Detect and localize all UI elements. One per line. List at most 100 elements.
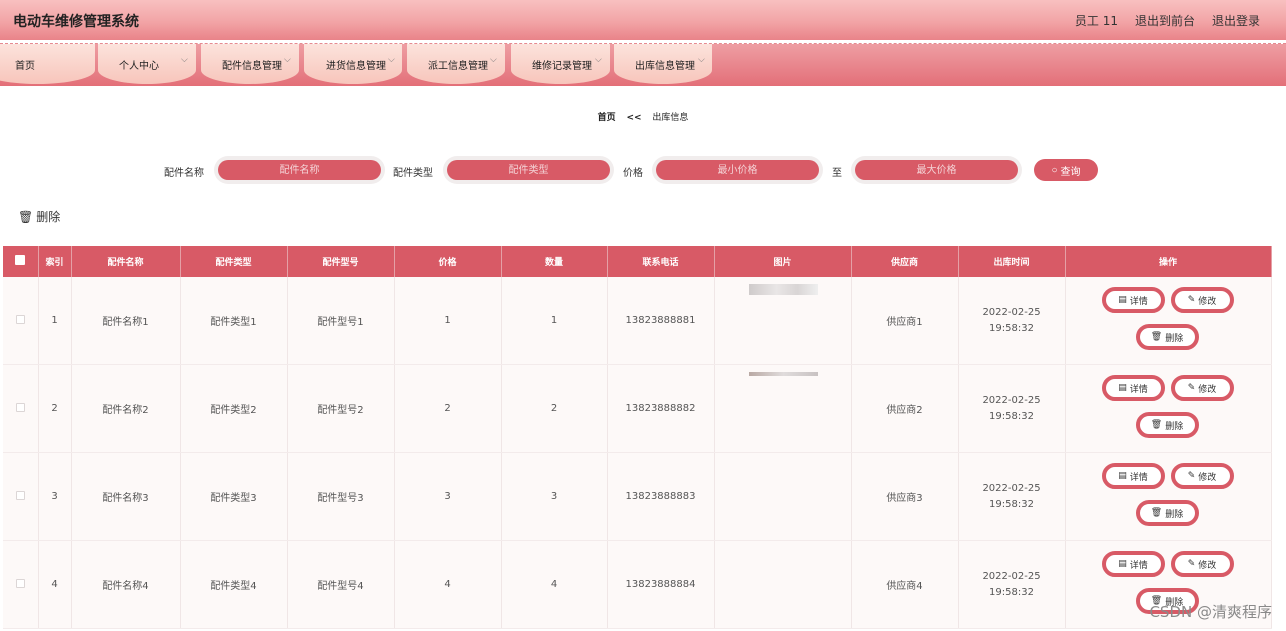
part-type-input[interactable] (447, 160, 610, 180)
front-link[interactable]: 退出到前台 (1135, 12, 1195, 29)
row-checkbox[interactable] (15, 402, 25, 412)
batch-delete-label: 删除 (36, 210, 61, 224)
delete-button[interactable]: 🗑 删除 (1135, 324, 1199, 350)
delete-button[interactable]: 🗑 删除 (1135, 500, 1199, 526)
price-label: 价格 (623, 168, 643, 179)
header-links: 员工 11 退出到前台 退出登录 (1075, 12, 1260, 29)
part-name-input[interactable] (218, 160, 381, 180)
nav-item-home[interactable]: 首页 (0, 44, 95, 84)
document-icon: ▤ (1118, 471, 1127, 481)
trash-icon: 🗑 (18, 209, 34, 224)
cell-part-type: 配件类型1 (180, 277, 288, 365)
nav-item-profile[interactable]: 个人中心 ⌵ (98, 44, 196, 84)
cell-supplier: 供应商2 (851, 364, 959, 453)
cell-actions: ▤ 详情 ✎ 修改 🗑 删除 (1065, 452, 1272, 541)
nav-item-parts[interactable]: 配件信息管理 ⌵ (201, 44, 299, 84)
nav-item-outbound[interactable]: 出库信息管理 ⌵ (614, 44, 712, 84)
detail-label: 详情 (1129, 560, 1148, 571)
row-select-cell (3, 364, 39, 453)
cell-index: 2 (38, 364, 72, 453)
main-nav: 首页 个人中心 ⌵ 配件信息管理 ⌵ 进货信息管理 ⌵ 派工信息管理 ⌵ 维修记… (0, 44, 1286, 86)
delete-label: 删除 (1165, 333, 1184, 344)
edit-button[interactable]: ✎ 修改 (1170, 551, 1234, 577)
cell-part-model: 配件型号3 (287, 452, 395, 541)
cell-time: 2022-02-25 19:58:32 (958, 364, 1066, 453)
min-price-input[interactable] (656, 160, 819, 180)
edit-button[interactable]: ✎ 修改 (1170, 463, 1234, 489)
min-price-field-wrap (652, 156, 823, 184)
col-supplier: 供应商 (851, 246, 959, 277)
nav-item-repair[interactable]: 维修记录管理 ⌵ (511, 44, 610, 84)
cell-time: 2022-02-25 19:58:32 (958, 540, 1066, 629)
max-price-field-wrap (851, 156, 1022, 184)
document-icon: ▤ (1118, 295, 1127, 305)
table-header-row: 索引 配件名称 配件类型 配件型号 价格 数量 联系电话 图片 供应商 出库时间… (3, 246, 1272, 277)
cell-time: 2022-02-25 19:58:32 (958, 277, 1066, 365)
col-quantity: 数量 (501, 246, 608, 277)
cell-actions: ▤ 详情 ✎ 修改 🗑 删除 (1065, 277, 1272, 365)
search-form: 配件名称 配件类型 价格 至 ○ 查询 (0, 156, 1286, 184)
cell-phone: 13823888884 (607, 540, 715, 629)
trash-icon: 🗑 (1150, 508, 1163, 518)
breadcrumb-home[interactable]: 首页 (598, 113, 616, 123)
edit-label: 修改 (1198, 472, 1217, 483)
current-user: 员工 11 (1074, 14, 1118, 28)
detail-button[interactable]: ▤ 详情 (1101, 463, 1165, 489)
detail-button[interactable]: ▤ 详情 (1101, 287, 1165, 313)
max-price-input[interactable] (855, 160, 1018, 180)
pencil-icon: ✎ (1187, 471, 1196, 481)
col-phone: 联系电话 (607, 246, 715, 277)
nav-item-label: 个人中心 (119, 61, 159, 72)
breadcrumb: 首页 << 出库信息 (0, 110, 1286, 123)
table-row: 2 配件名称2 配件类型2 配件型号2 2 2 13823888882 供应商2… (3, 364, 1272, 453)
detail-button[interactable]: ▤ 详情 (1101, 551, 1165, 577)
delete-button[interactable]: 🗑 删除 (1135, 412, 1199, 438)
detail-label: 详情 (1129, 296, 1148, 307)
row-checkbox[interactable] (15, 490, 25, 500)
part-thumbnail (748, 372, 818, 376)
part-thumbnail (748, 284, 818, 295)
col-part-type: 配件类型 (180, 246, 288, 277)
cell-index: 3 (38, 452, 72, 541)
query-button[interactable]: ○ 查询 (1034, 159, 1098, 181)
breadcrumb-current: 出库信息 (652, 113, 689, 123)
outbound-table: 索引 配件名称 配件类型 配件型号 价格 数量 联系电话 图片 供应商 出库时间… (3, 246, 1272, 629)
nav-item-purchase[interactable]: 进货信息管理 ⌵ (304, 44, 402, 84)
cell-part-name: 配件名称3 (71, 452, 181, 541)
chevron-down-icon: ⌵ (595, 55, 602, 65)
edit-button[interactable]: ✎ 修改 (1170, 375, 1234, 401)
detail-label: 详情 (1129, 384, 1148, 395)
edit-button[interactable]: ✎ 修改 (1170, 287, 1234, 313)
cell-image (714, 277, 852, 365)
batch-delete-button[interactable]: 🗑 删除 (18, 208, 60, 225)
cell-part-model: 配件型号4 (287, 540, 395, 629)
chevron-down-icon: ⌵ (388, 55, 395, 65)
part-type-label: 配件类型 (393, 168, 433, 179)
col-image: 图片 (714, 246, 852, 277)
row-select-cell (3, 277, 39, 365)
chevron-down-icon: ⌵ (698, 55, 705, 65)
detail-button[interactable]: ▤ 详情 (1101, 375, 1165, 401)
row-checkbox[interactable] (15, 314, 25, 324)
part-name-label: 配件名称 (164, 168, 204, 179)
cell-phone: 13823888881 (607, 277, 715, 365)
query-label: 查询 (1060, 166, 1081, 178)
cell-actions: ▤ 详情 ✎ 修改 🗑 删除 (1065, 364, 1272, 453)
select-all-checkbox[interactable] (15, 255, 26, 265)
delete-label: 删除 (1165, 421, 1184, 432)
cell-price: 2 (394, 364, 502, 453)
row-checkbox[interactable] (15, 578, 25, 588)
table-row: 3 配件名称3 配件类型3 配件型号3 3 3 13823888883 供应商3… (3, 452, 1272, 541)
edit-label: 修改 (1198, 384, 1217, 395)
search-icon: ○ (1051, 164, 1058, 176)
cell-supplier: 供应商1 (851, 277, 959, 365)
cell-price: 4 (394, 540, 502, 629)
nav-item-dispatch[interactable]: 派工信息管理 ⌵ (407, 44, 505, 84)
table-row: 1 配件名称1 配件类型1 配件型号1 1 1 13823888881 供应商1… (3, 277, 1272, 365)
chevron-down-icon: ⌵ (490, 55, 497, 65)
cell-part-name: 配件名称2 (71, 364, 181, 453)
cell-part-type: 配件类型4 (180, 540, 288, 629)
logout-link[interactable]: 退出登录 (1212, 12, 1260, 29)
cell-part-model: 配件型号1 (287, 277, 395, 365)
cell-quantity: 4 (501, 540, 608, 629)
